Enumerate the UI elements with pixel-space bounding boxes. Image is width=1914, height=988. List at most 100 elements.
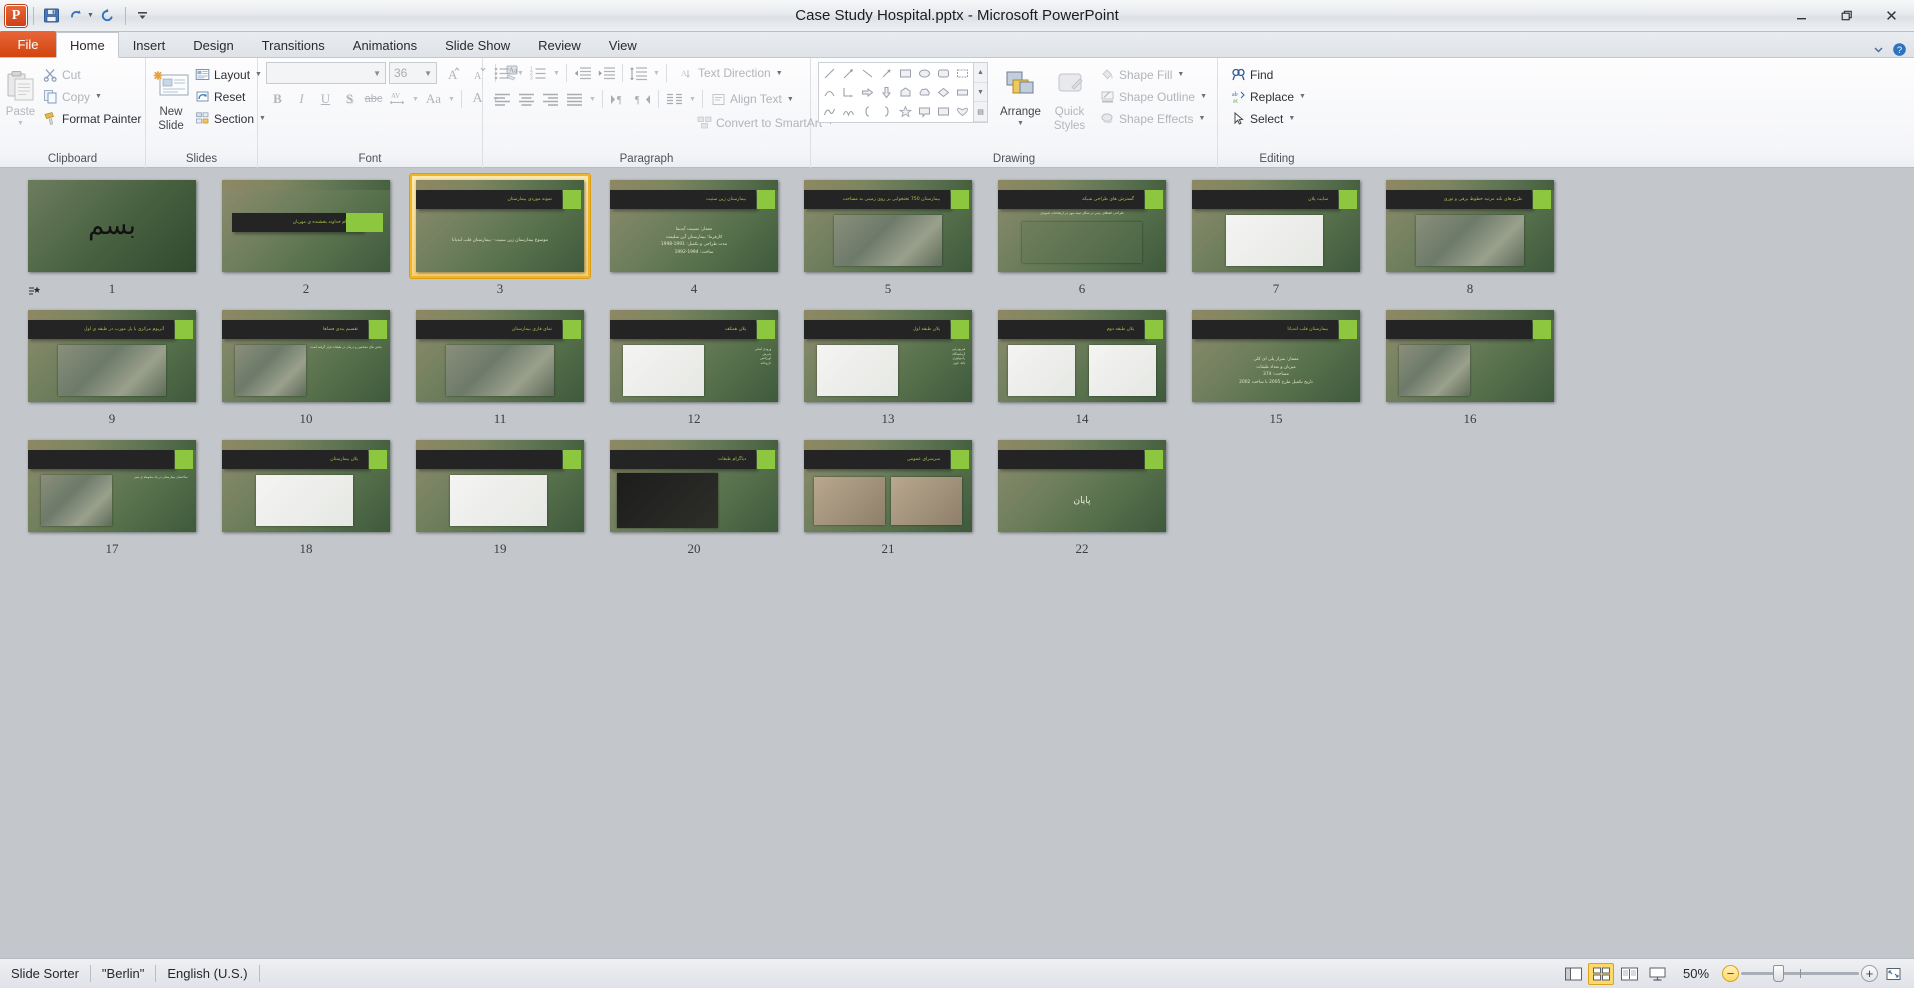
center-button[interactable]	[515, 88, 538, 110]
slide-thumbnail-14[interactable]: پلان طبقه دوم	[992, 304, 1172, 408]
slide-cell[interactable]: نمای قاری بیمارستان 11	[410, 304, 590, 427]
cut-button[interactable]: Cut	[39, 64, 146, 85]
slide-cell[interactable]: بیمارستان 750 تختخوابی بر روی زمینی به م…	[798, 174, 978, 297]
minimize-icon[interactable]	[1779, 0, 1824, 32]
slide-cell[interactable]: 19	[410, 434, 590, 557]
status-language[interactable]: English (U.S.)	[156, 963, 258, 985]
shape-fill-dropdown-icon[interactable]: ▼	[1177, 71, 1184, 78]
shape-rectangle[interactable]	[896, 64, 915, 83]
shapes-gallery[interactable]	[818, 62, 974, 123]
slide-thumbnail-4[interactable]: بیمارستان زین ستیت معمار: نسیبت آیدیما کار…	[604, 174, 784, 278]
slide-thumbnail-3[interactable]: نمونه موردی بیمارستان موضوع بیمارستان زین…	[410, 174, 590, 278]
replace-dropdown-icon[interactable]: ▼	[1299, 93, 1306, 100]
shape-pentagon[interactable]	[896, 83, 915, 102]
rtl-button[interactable]: ¶	[631, 88, 654, 110]
copy-dropdown-icon[interactable]: ▼	[95, 93, 102, 100]
slide-cell[interactable]: پلان طبقه اول فیزیوتراپی آزمایشگاه رادیولوژ…	[798, 304, 978, 427]
tab-review[interactable]: Review	[524, 32, 595, 57]
align-left-button[interactable]	[491, 88, 514, 110]
strikethrough-button[interactable]: abc	[362, 88, 385, 110]
shape-flowchart[interactable]	[934, 83, 953, 102]
powerpoint-logo-icon[interactable]: P	[5, 4, 27, 27]
shape-curve[interactable]	[820, 83, 839, 102]
bullets-button[interactable]	[491, 62, 514, 84]
justify-dropdown-icon[interactable]: ▼	[587, 88, 598, 110]
help-icon[interactable]: ?	[1892, 42, 1907, 57]
shape-connector[interactable]	[858, 64, 877, 83]
normal-view-button[interactable]	[1560, 963, 1586, 985]
font-size-dropdown-icon[interactable]: ▼	[422, 69, 434, 78]
shape-effects-button[interactable]: Shape Effects ▼	[1096, 108, 1212, 129]
change-case-dropdown-icon[interactable]: ▼	[446, 88, 457, 110]
numbering-button[interactable]: 123	[527, 62, 550, 84]
slide-cell[interactable]: بیمارستان قلب لندیانا معمار: سزار پلی ای …	[1186, 304, 1366, 427]
slide-thumbnail-22[interactable]: پایان	[992, 434, 1172, 538]
slide-thumbnail-1[interactable]: بسم	[22, 174, 202, 278]
slide-sorter-canvas[interactable]: بسم 1 به نام خداوند بخشنده ی مهربان 2 نمونه …	[0, 170, 1914, 958]
paste-button[interactable]: Paste ▼	[5, 62, 36, 128]
tab-view[interactable]: View	[595, 32, 651, 57]
shape-outline-dropdown-icon[interactable]: ▼	[1200, 93, 1207, 100]
shape-banner[interactable]	[953, 83, 972, 102]
text-direction-dropdown-icon[interactable]: ▼	[776, 70, 783, 77]
slide-cell[interactable]: نمونه موردی بیمارستان موضوع بیمارستان زین…	[410, 174, 590, 297]
grow-font-button[interactable]: A	[440, 62, 463, 84]
shapes-gallery-more-icon[interactable]: ▤	[974, 102, 987, 123]
slide-thumbnail-12[interactable]: پلان همکف ورودی اصلی پذیرش اورژانس داروخانه	[604, 304, 784, 408]
increase-indent-button[interactable]	[595, 62, 618, 84]
slide-thumbnail-18[interactable]: پلان بیمارستان	[216, 434, 396, 538]
shape-freeform[interactable]	[820, 102, 839, 121]
undo-dropdown-icon[interactable]: ▼	[87, 12, 94, 19]
paste-dropdown-icon[interactable]: ▼	[17, 120, 24, 128]
shape-rounded-rectangle[interactable]	[934, 64, 953, 83]
slide-cell[interactable]: گسترش های طراحی شبکه طراحی انعطاف پذیر در…	[992, 174, 1172, 297]
slide-thumbnail-21[interactable]: سرسرای عمومی	[798, 434, 978, 538]
text-direction-button[interactable]: A Text Direction ▼	[675, 63, 788, 84]
copy-button[interactable]: Copy ▼	[39, 86, 146, 107]
new-slide-button[interactable]: New Slide	[151, 62, 191, 133]
shape-line[interactable]	[820, 64, 839, 83]
tab-home[interactable]: Home	[56, 32, 119, 58]
shape-outline-button[interactable]: Shape Outline ▼	[1096, 86, 1212, 107]
text-shadow-button[interactable]: S	[338, 88, 361, 110]
slide-thumbnail-13[interactable]: پلان طبقه اول فیزیوتراپی آزمایشگاه رادیولوژ…	[798, 304, 978, 408]
shape-text-box[interactable]	[953, 64, 972, 83]
slide-cell[interactable]: ساختمان بیمارستان در یک محوطه ی سبز 17	[22, 434, 202, 557]
shape-left-brace[interactable]	[858, 102, 877, 121]
columns-dropdown-icon[interactable]: ▼	[687, 88, 698, 110]
shape-cloud[interactable]	[915, 83, 934, 102]
customize-qat-icon[interactable]	[132, 5, 154, 27]
slide-cell[interactable]: بیمارستان زین ستیت معمار: نسیبت آیدیما کار…	[604, 174, 784, 297]
slide-cell[interactable]: پلان همکف ورودی اصلی پذیرش اورژانس داروخانه 1…	[604, 304, 784, 427]
slide-thumbnail-6[interactable]: گسترش های طراحی شبکه طراحی انعطاف پذیر در…	[992, 174, 1172, 278]
align-text-dropdown-icon[interactable]: ▼	[787, 96, 794, 103]
slide-thumbnail-16[interactable]	[1380, 304, 1560, 408]
slide-show-button[interactable]	[1644, 963, 1670, 985]
slide-cell[interactable]: بسم 1	[22, 174, 202, 297]
align-right-button[interactable]	[539, 88, 562, 110]
bold-button[interactable]: B	[266, 88, 289, 110]
reading-view-button[interactable]	[1616, 963, 1642, 985]
slide-thumbnail-7[interactable]: سایت پلان	[1186, 174, 1366, 278]
shape-oval[interactable]	[915, 64, 934, 83]
shapes-gallery-scrollbar[interactable]: ▲ ▼ ▤	[974, 62, 988, 123]
tab-slide-show[interactable]: Slide Show	[431, 32, 524, 57]
format-painter-button[interactable]: Format Painter	[39, 108, 146, 129]
tab-transitions[interactable]: Transitions	[248, 32, 339, 57]
slide-thumbnail-11[interactable]: نمای قاری بیمارستان	[410, 304, 590, 408]
slide-thumbnail-10[interactable]: تقسیم بندی فضاها بخش های تشخیص و درمان در…	[216, 304, 396, 408]
replace-button[interactable]: ab ac Replace ▼	[1227, 86, 1311, 107]
quick-styles-button[interactable]: Quick Styles	[1045, 62, 1094, 133]
tab-design[interactable]: Design	[179, 32, 247, 57]
arrange-button[interactable]: Arrange ▼	[996, 62, 1045, 128]
line-spacing-button[interactable]	[627, 62, 650, 84]
shape-elbow-connector[interactable]	[839, 83, 858, 102]
shape-double-arrow[interactable]	[877, 64, 896, 83]
change-case-button[interactable]: Aa	[422, 88, 445, 110]
tab-file[interactable]: File	[0, 31, 56, 57]
slide-thumbnail-19[interactable]	[410, 434, 590, 538]
italic-button[interactable]: I	[290, 88, 313, 110]
ltr-button[interactable]: ¶	[607, 88, 630, 110]
tab-animations[interactable]: Animations	[339, 32, 431, 57]
slide-thumbnail-15[interactable]: بیمارستان قلب لندیانا معمار: سزار پلی ای …	[1186, 304, 1366, 408]
